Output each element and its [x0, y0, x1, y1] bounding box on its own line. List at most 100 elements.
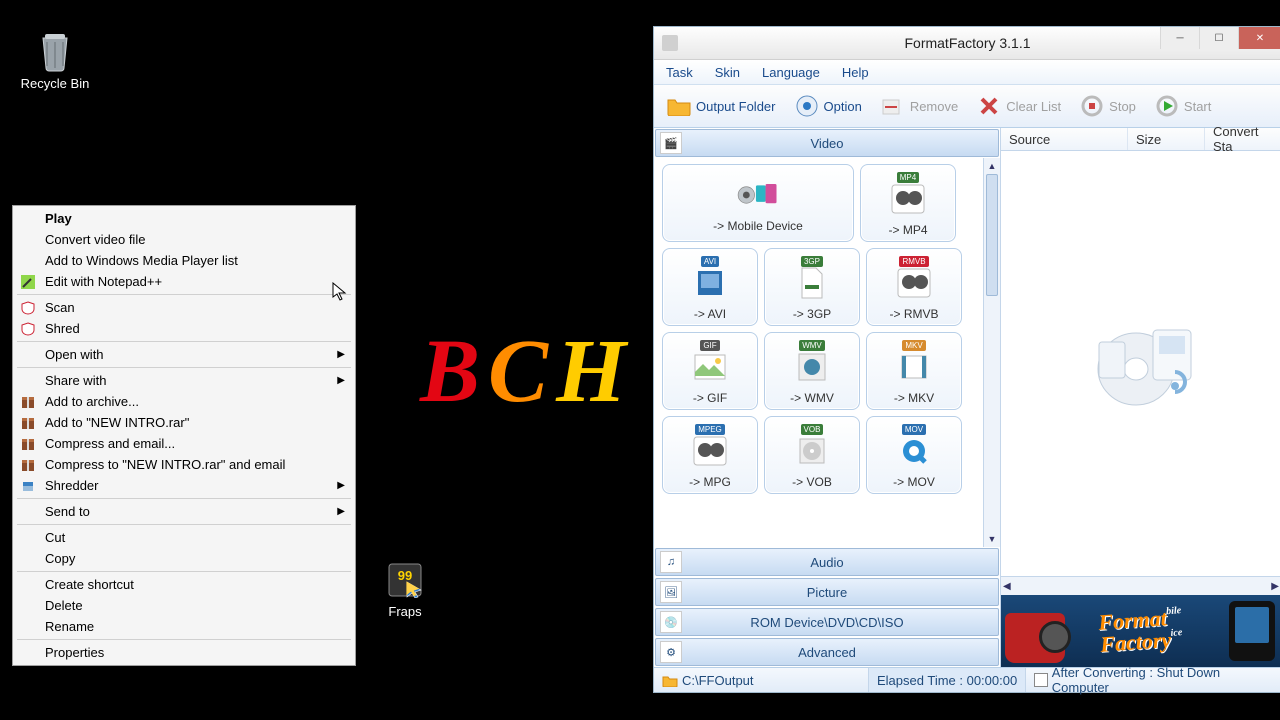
placeholder-media-icon — [1081, 314, 1201, 414]
status-output-path[interactable]: C:\FFOutput — [654, 668, 869, 692]
menu-language[interactable]: Language — [756, 63, 826, 82]
winrar-icon — [20, 436, 36, 452]
context-menu: Play Convert video file Add to Windows M… — [12, 205, 356, 666]
desktop-icon-fraps[interactable]: 99 Fraps — [365, 560, 445, 619]
maximize-button[interactable]: ☐ — [1199, 27, 1238, 49]
status-after-convert[interactable]: After Converting : Shut Down Computer — [1026, 668, 1280, 692]
notepadpp-icon — [20, 274, 36, 290]
list-columns: Source Size Convert Sta — [1001, 128, 1280, 151]
format-rmvb[interactable]: RMVB -> RMVB — [866, 248, 962, 326]
promo-banner[interactable]: Formatbile Factoryice — [1001, 595, 1280, 667]
minimize-button[interactable]: ─ — [1160, 27, 1199, 49]
category-rom[interactable]: 💿 ROM Device\DVD\CD\ISO — [655, 608, 999, 636]
cursor-icon — [332, 282, 348, 302]
category-advanced[interactable]: ⚙ Advanced — [655, 638, 999, 666]
ctx-properties[interactable]: Properties — [15, 642, 353, 663]
clear-list-button[interactable]: Clear List — [968, 89, 1069, 123]
disc-icon: 💿 — [660, 611, 682, 633]
ctx-edit-notepadpp[interactable]: Edit with Notepad++ — [15, 271, 353, 292]
image-icon — [686, 347, 734, 387]
scroll-up-icon[interactable]: ▲ — [984, 158, 1000, 174]
menu-skin[interactable]: Skin — [709, 63, 746, 82]
close-button[interactable]: ✕ — [1238, 27, 1280, 49]
desktop-icon-label: Fraps — [365, 604, 445, 619]
ctx-share-with[interactable]: Share with▶ — [15, 370, 353, 391]
video-icon: 🎬 — [660, 132, 682, 154]
winrar-icon — [20, 415, 36, 431]
ctx-separator — [17, 294, 351, 295]
film-icon — [788, 347, 836, 387]
category-video[interactable]: 🎬 Video — [655, 129, 999, 157]
list-hscroll[interactable]: ◀ ▶ — [1001, 576, 1280, 595]
gear-icon — [794, 93, 820, 119]
format-scrollbar[interactable]: ▲ ▼ — [983, 158, 1000, 547]
menu-task[interactable]: Task — [660, 63, 699, 82]
output-folder-button[interactable]: Output Folder — [658, 89, 784, 123]
ctx-compress-email[interactable]: Compress and email... — [15, 433, 353, 454]
col-status[interactable]: Convert Sta — [1205, 128, 1280, 150]
desktop-icon-label: Recycle Bin — [15, 76, 95, 91]
ctx-send-to[interactable]: Send to▶ — [15, 501, 353, 522]
ctx-shred[interactable]: Shred — [15, 318, 353, 339]
ctx-add-wmp[interactable]: Add to Windows Media Player list — [15, 250, 353, 271]
ctx-separator — [17, 498, 351, 499]
desktop-icon-recycle-bin[interactable]: Recycle Bin — [15, 32, 95, 91]
ctx-convert-video[interactable]: Convert video file — [15, 229, 353, 250]
menubar: Task Skin Language Help — [654, 60, 1280, 85]
format-gif[interactable]: GIF -> GIF — [662, 332, 758, 410]
scroll-down-icon[interactable]: ▼ — [984, 531, 1000, 547]
titlebar[interactable]: FormatFactory 3.1.1 ─ ☐ ✕ — [654, 27, 1280, 60]
ctx-add-to-rar[interactable]: Add to "NEW INTRO.rar" — [15, 412, 353, 433]
ctx-open-with[interactable]: Open with▶ — [15, 344, 353, 365]
window-title: FormatFactory 3.1.1 — [904, 35, 1030, 51]
format-avi[interactable]: AVI -> AVI — [662, 248, 758, 326]
format-mp4[interactable]: MP4 -> MP4 — [860, 164, 956, 242]
disc-icon — [788, 431, 836, 471]
remove-button[interactable]: Remove — [872, 89, 966, 123]
formatfactory-window: FormatFactory 3.1.1 ─ ☐ ✕ Task Skin Lang… — [653, 26, 1280, 693]
task-list[interactable] — [1001, 151, 1280, 576]
category-picture[interactable]: 🖼 Picture — [655, 578, 999, 606]
statusbar: C:\FFOutput Elapsed Time : 00:00:00 Afte… — [654, 667, 1280, 692]
ctx-copy[interactable]: Copy — [15, 548, 353, 569]
scroll-thumb[interactable] — [986, 174, 998, 296]
ctx-cut[interactable]: Cut — [15, 527, 353, 548]
chevron-right-icon: ▶ — [337, 349, 345, 360]
menu-help[interactable]: Help — [836, 63, 875, 82]
ctx-delete[interactable]: Delete — [15, 595, 353, 616]
format-grid: -> Mobile Device MP4 -> MP4 AVI — [654, 158, 990, 547]
checkbox[interactable] — [1034, 673, 1048, 687]
ctx-compress-to-rar-email[interactable]: Compress to "NEW INTRO.rar" and email — [15, 454, 353, 475]
gear-icon: ⚙ — [660, 641, 682, 663]
ctx-shredder[interactable]: Shredder▶ — [15, 475, 353, 496]
winrar-icon — [20, 394, 36, 410]
ctx-rename[interactable]: Rename — [15, 616, 353, 637]
audio-icon: ♫ — [660, 551, 682, 573]
format-mpg[interactable]: MPEG -> MPG — [662, 416, 758, 494]
ctx-create-shortcut[interactable]: Create shortcut — [15, 574, 353, 595]
ctx-play[interactable]: Play — [15, 208, 353, 229]
format-wmv[interactable]: WMV -> WMV — [764, 332, 860, 410]
col-size[interactable]: Size — [1128, 128, 1205, 150]
col-source[interactable]: Source — [1001, 128, 1128, 150]
ctx-add-archive[interactable]: Add to archive... — [15, 391, 353, 412]
option-button[interactable]: Option — [786, 89, 870, 123]
stop-button[interactable]: Stop — [1071, 89, 1144, 123]
format-vob[interactable]: VOB -> VOB — [764, 416, 860, 494]
format-3gp[interactable]: 3GP -> 3GP — [764, 248, 860, 326]
format-mkv[interactable]: MKV -> MKV — [866, 332, 962, 410]
ctx-scan[interactable]: Scan — [15, 297, 353, 318]
ctx-separator — [17, 639, 351, 640]
phone-icon — [1229, 601, 1275, 661]
format-mov[interactable]: MOV -> MOV — [866, 416, 962, 494]
ctx-separator — [17, 571, 351, 572]
status-elapsed: Elapsed Time : 00:00:00 — [869, 668, 1026, 692]
category-audio[interactable]: ♫ Audio — [655, 548, 999, 576]
scroll-right-icon[interactable]: ▶ — [1271, 581, 1279, 592]
start-button[interactable]: Start — [1146, 89, 1219, 123]
stop-icon — [1079, 93, 1105, 119]
clear-icon — [976, 93, 1002, 119]
format-mobile-device[interactable]: -> Mobile Device — [662, 164, 854, 242]
scroll-left-icon[interactable]: ◀ — [1003, 581, 1011, 592]
svg-text:99: 99 — [398, 568, 412, 583]
